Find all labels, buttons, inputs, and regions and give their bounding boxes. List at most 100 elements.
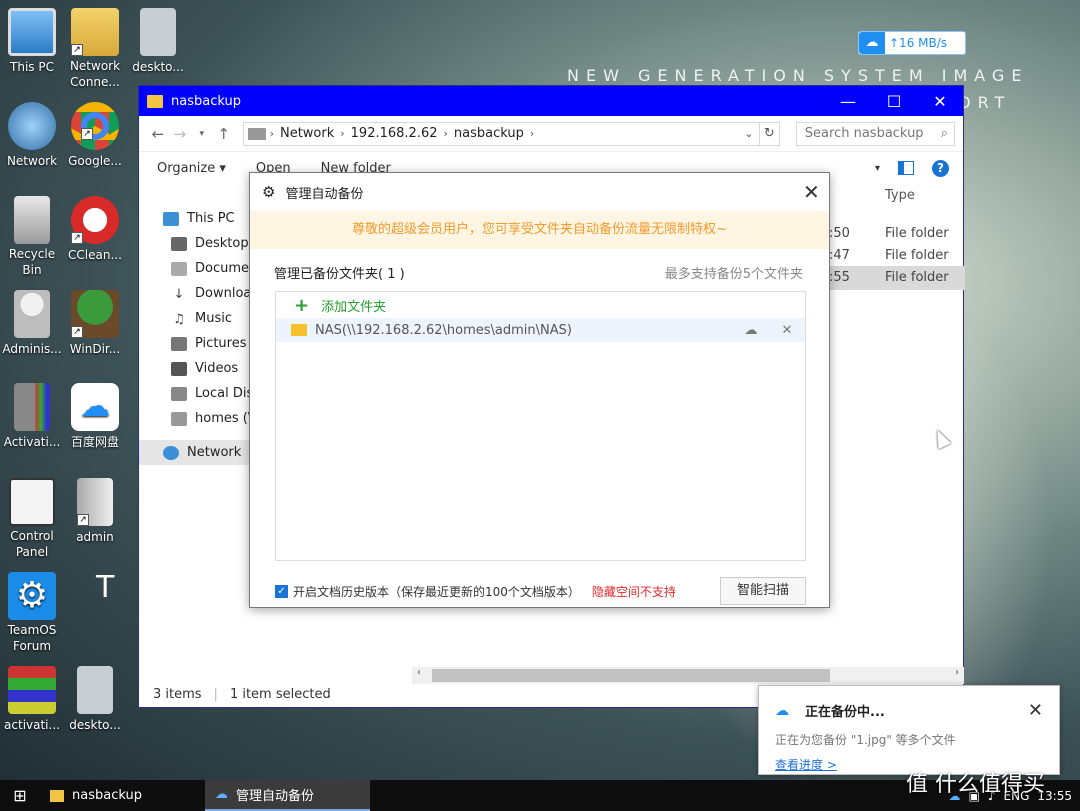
wallpaper-text-2: ORT bbox=[958, 93, 1012, 112]
user-icon bbox=[14, 290, 50, 338]
desktop-icon-desktop-2[interactable]: deskto... bbox=[63, 666, 127, 734]
desktop-icon-label: deskto... bbox=[69, 718, 121, 732]
desktop-icon-desktop[interactable]: deskto... bbox=[126, 8, 190, 76]
refresh-button[interactable]: ↻ bbox=[759, 121, 780, 146]
view-dropdown-icon[interactable]: ▾ bbox=[875, 163, 880, 174]
desktop-icon-label: activati... bbox=[4, 718, 60, 732]
monitor-icon bbox=[163, 211, 179, 226]
desktop-icon-baidu-netdisk[interactable]: ☁ 百度网盘 bbox=[63, 383, 127, 451]
status-divider: | bbox=[213, 686, 218, 702]
cloud-settings-icon[interactable]: ☁ bbox=[733, 323, 769, 338]
preview-pane-icon[interactable] bbox=[898, 161, 914, 175]
recent-dropdown-icon[interactable]: ▾ bbox=[191, 129, 213, 139]
desktop-icon-administrator[interactable]: Adminis... bbox=[0, 290, 64, 358]
notification-text: 正在为您备份 "1.jpg" 等多个文件 bbox=[775, 733, 956, 747]
taskbar-item-auto-backup[interactable]: ☁ 管理自动备份 bbox=[205, 780, 370, 811]
notification-close-button[interactable]: ✕ bbox=[1028, 700, 1043, 721]
settings-file-icon bbox=[77, 666, 113, 714]
history-version-label: 开启文档历史版本（保存最近更新的100个文档版本） bbox=[293, 584, 580, 599]
nav-label: Network bbox=[187, 445, 242, 460]
search-input[interactable]: Search nasbackup ⌕ bbox=[795, 121, 956, 146]
breadcrumb-nasbackup[interactable]: nasbackup bbox=[454, 126, 524, 141]
nav-label: Videos bbox=[195, 361, 239, 376]
monitor-icon bbox=[8, 8, 56, 56]
breadcrumb-ip[interactable]: 192.168.2.62 bbox=[351, 126, 438, 141]
desktop-icon-network-connections[interactable]: ↗ Network Conne... bbox=[63, 8, 127, 90]
nav-label: This PC bbox=[187, 211, 235, 226]
desktop-icon-label: This PC bbox=[10, 60, 54, 74]
column-header-type[interactable]: Type bbox=[885, 188, 915, 203]
help-icon[interactable]: ? bbox=[932, 159, 949, 177]
forward-button[interactable]: → bbox=[169, 125, 191, 143]
nav-label: Desktop bbox=[195, 236, 249, 251]
minimize-button[interactable]: — bbox=[825, 92, 871, 111]
breadcrumb-network[interactable]: Network bbox=[280, 126, 334, 141]
search-icon: ⌕ bbox=[940, 126, 949, 141]
maximize-button[interactable]: ☐ bbox=[871, 92, 917, 111]
backup-folder-list: + 添加文件夹 NAS(\\192.168.2.62\homes\admin\N… bbox=[275, 291, 806, 561]
file-type: File folder bbox=[885, 248, 949, 263]
desktop-icon-label: Activati... bbox=[3, 435, 61, 449]
nav-label: Local Dis bbox=[195, 386, 254, 401]
history-version-checkbox[interactable]: ✓ bbox=[275, 584, 288, 598]
document-icon bbox=[171, 261, 187, 276]
watermark: 值 什么值得买 bbox=[906, 772, 1045, 797]
upload-speed-widget[interactable]: ☁ ↑16 MB/s bbox=[858, 31, 966, 55]
network-drive-icon bbox=[247, 127, 266, 140]
remove-folder-icon[interactable]: ✕ bbox=[769, 323, 805, 338]
item-count: 3 items bbox=[153, 686, 202, 702]
organize-button[interactable]: Organize ▾ bbox=[157, 161, 226, 176]
scrollbar-thumb[interactable] bbox=[432, 669, 830, 682]
hidden-space-warning: 隐藏空间不支持 bbox=[591, 584, 676, 599]
file-modified: :50 bbox=[829, 226, 850, 241]
desktop-icon-activation[interactable]: Activati... bbox=[0, 383, 64, 451]
desktop-icon-this-pc[interactable]: This PC bbox=[0, 8, 64, 76]
desktop-icon-activation-2[interactable]: activati... bbox=[0, 666, 64, 734]
address-bar[interactable]: › Network › 192.168.2.62 › nasbackup › ⌄ bbox=[242, 121, 760, 146]
windows-start-icon[interactable]: ⊞ bbox=[0, 786, 40, 805]
desktop-icon-recycle-bin[interactable]: Recycle Bin bbox=[0, 196, 64, 278]
up-button[interactable]: ↑ bbox=[213, 125, 235, 143]
backup-notification[interactable]: ☁ 正在备份中... ✕ 正在为您备份 "1.jpg" 等多个文件 查看进度 > bbox=[758, 685, 1060, 775]
dialog-title: 管理自动备份 bbox=[285, 186, 364, 202]
desktop-icon-admin[interactable]: ↗ admin bbox=[63, 478, 127, 546]
chevron-right-icon: › bbox=[340, 127, 345, 140]
scroll-left-icon[interactable]: ‹ bbox=[417, 667, 421, 678]
desktop-icon-label: Recycle Bin bbox=[8, 247, 56, 277]
nav-label: Documen bbox=[195, 261, 258, 276]
desktop-icon-windirstat[interactable]: ↗ WinDir... bbox=[63, 290, 127, 358]
desktop-icon-google-chrome[interactable]: ↗ Google... bbox=[63, 102, 127, 170]
desktop-icon-ccleaner[interactable]: ↗ CClean... bbox=[63, 196, 127, 264]
network-drive-icon bbox=[171, 411, 187, 426]
backup-list-header: 管理已备份文件夹( 1 ) 最多支持备份5个文件夹 bbox=[274, 263, 803, 282]
desktop-icon-label: 百度网盘 bbox=[70, 435, 119, 449]
dialog-titlebar[interactable]: ⚙ 管理自动备份 ✕ bbox=[250, 173, 829, 211]
baidu-cloud-icon: ☁ bbox=[775, 702, 789, 719]
desktop-icon-label: deskto... bbox=[132, 60, 184, 74]
taskbar-item-nasbackup[interactable]: nasbackup bbox=[40, 780, 205, 811]
music-icon: ♫ bbox=[173, 311, 185, 327]
globe-icon bbox=[8, 102, 56, 150]
camera-icon bbox=[171, 336, 187, 351]
add-folder-button[interactable]: + 添加文件夹 bbox=[276, 292, 805, 318]
desktop-icon-label: CClean... bbox=[68, 248, 122, 262]
desktop-icon-network[interactable]: Network bbox=[0, 102, 64, 170]
back-button[interactable]: ← bbox=[147, 125, 169, 143]
smart-scan-button[interactable]: 智能扫描 bbox=[720, 577, 806, 605]
auto-backup-dialog: ⚙ 管理自动备份 ✕ 尊敬的超级会员用户，您可享受文件夹自动备份流量无限制特权~… bbox=[249, 172, 830, 608]
desktop-icon-control-panel[interactable]: Control Panel bbox=[0, 478, 64, 560]
baidu-cloud-icon: ☁ bbox=[859, 32, 885, 54]
horizontal-scrollbar[interactable]: ‹ › bbox=[412, 667, 964, 684]
desktop-icon-teamos[interactable]: ⚙ TeamOS Forum bbox=[0, 572, 64, 654]
close-button[interactable]: ✕ bbox=[917, 92, 963, 111]
scroll-right-icon[interactable]: › bbox=[955, 667, 959, 678]
chevron-down-icon[interactable]: ⌄ bbox=[739, 127, 759, 140]
folder-icon bbox=[147, 94, 163, 108]
explorer-titlebar[interactable]: nasbackup — ☐ ✕ bbox=[139, 86, 963, 116]
file-type: File folder bbox=[885, 270, 949, 285]
file-modified: :55 bbox=[829, 270, 850, 285]
dialog-close-button[interactable]: ✕ bbox=[803, 180, 821, 204]
backup-folder-item[interactable]: NAS(\\192.168.2.62\homes\admin\NAS) ☁ ✕ bbox=[276, 318, 805, 342]
settings-icon: ⚙ bbox=[262, 183, 276, 201]
nav-label: Music bbox=[195, 311, 232, 326]
